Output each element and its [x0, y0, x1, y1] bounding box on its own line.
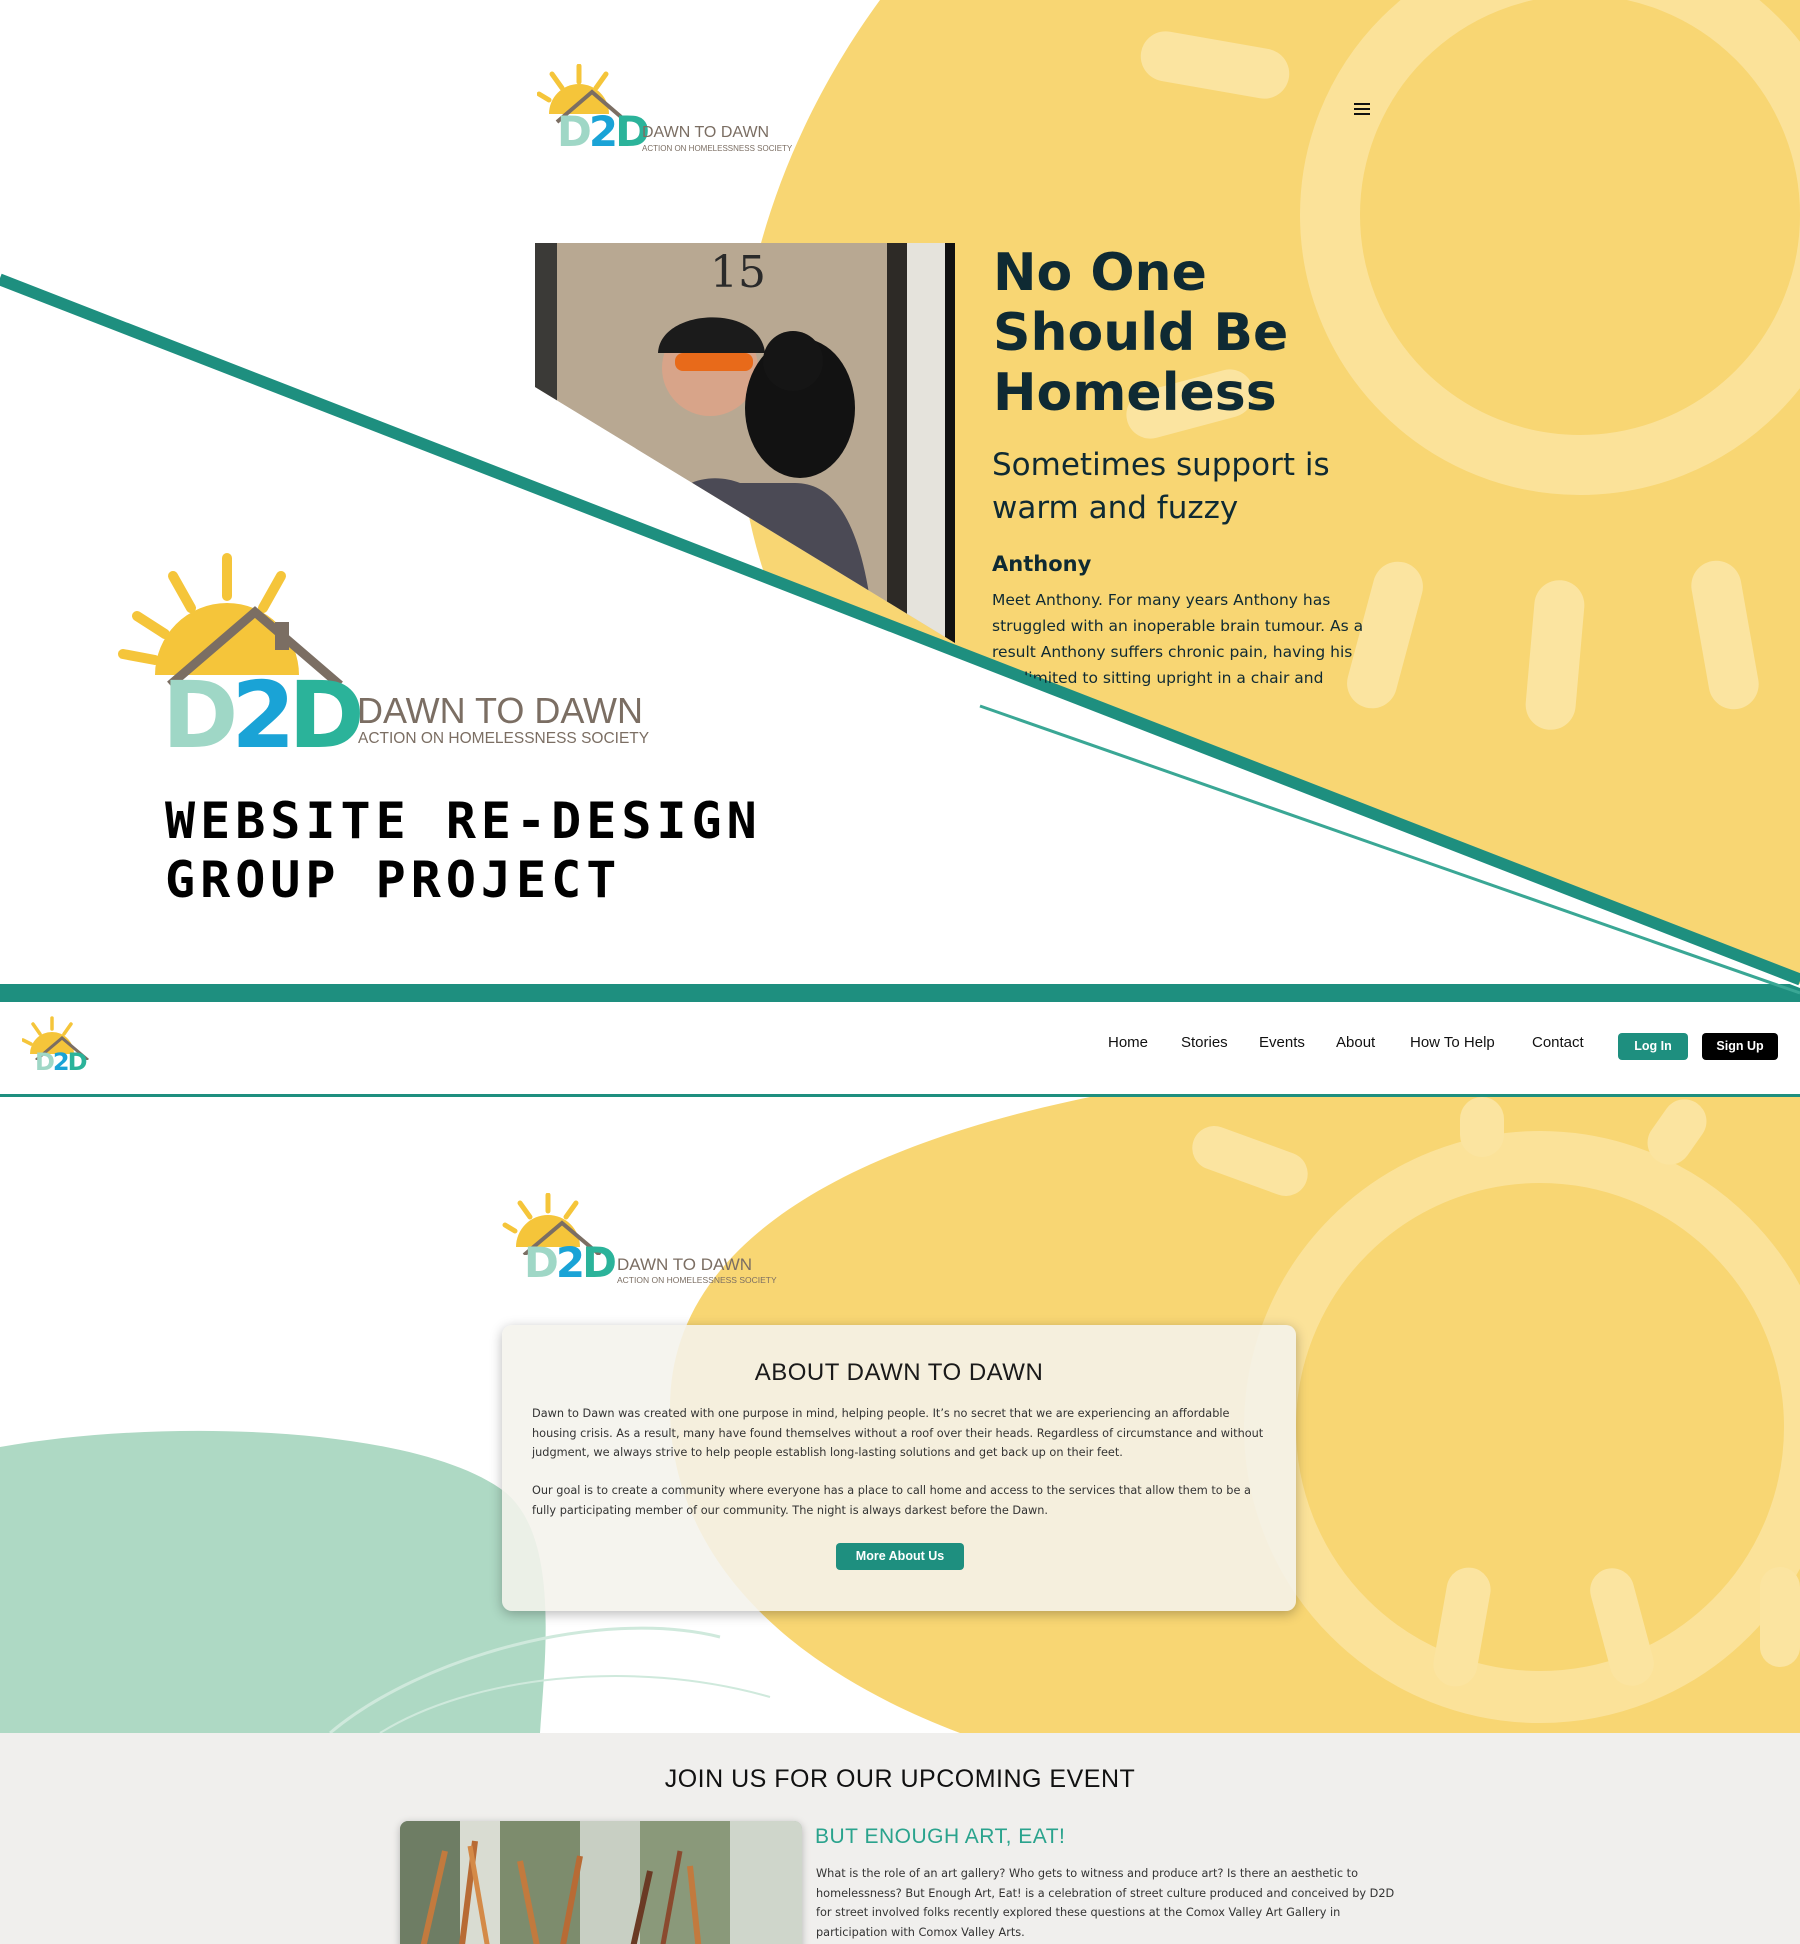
cover-large-logo: D2D DAWN TO DAWN ACTION ON HOMELESSNESS …	[115, 550, 649, 764]
about-d2d-mark: D2D	[524, 1238, 617, 1287]
story-excerpt: Meet Anthony. For many years Anthony has…	[992, 587, 1372, 686]
logo-tagline: ACTION ON HOMELESSNESS SOCIETY	[642, 144, 793, 153]
subheading-line-1: Sometimes support is	[992, 447, 1330, 483]
event-section: JOIN US FOR OUR UPCOMING EVENT BUT ENOUG…	[0, 1733, 1800, 1944]
story-line-4: limited to sitting upright in a chair an…	[1024, 669, 1324, 686]
nav-d2d-mark: D2D	[35, 1048, 88, 1076]
nav-how-to-help[interactable]: How To Help	[1410, 1034, 1495, 1051]
event-desc-line-2: homelessness? But Enough Art, Eat! is a …	[816, 1886, 1395, 1900]
about-p1-line-3: judgment, we always strive to help peopl…	[532, 1446, 1123, 1459]
door-number: 15	[710, 247, 766, 298]
login-button[interactable]: Log In	[1618, 1033, 1688, 1060]
signup-button[interactable]: Sign Up	[1702, 1033, 1778, 1060]
about-logo: D2D DAWN TO DAWN ACTION ON HOMELESSNESS …	[502, 1193, 777, 1289]
story-name: Anthony	[992, 552, 1092, 576]
nav-events[interactable]: Events	[1259, 1034, 1305, 1051]
project-title: WEBSITE RE-DESIGN GROUP PROJECT	[165, 792, 805, 910]
about-logo-name: DAWN TO DAWN	[617, 1255, 753, 1274]
project-title-line-1: WEBSITE RE-DESIGN	[165, 792, 762, 850]
event-desc-line-4: participation with Comox Valley Arts.	[816, 1925, 1025, 1939]
event-title[interactable]: BUT ENOUGH ART, EAT!	[815, 1825, 1065, 1849]
about-paragraph-1: Dawn to Dawn was created with one purpos…	[532, 1404, 1267, 1463]
nav-about[interactable]: About	[1336, 1034, 1375, 1051]
event-description: What is the role of an art gallery? Who …	[816, 1864, 1406, 1942]
more-about-us-button[interactable]: More About Us	[836, 1543, 964, 1570]
logo-large-name: DAWN TO DAWN	[357, 690, 643, 731]
event-desc-line-1: What is the role of an art gallery? Who …	[816, 1867, 1359, 1880]
about-logo-tagline: ACTION ON HOMELESSNESS SOCIETY	[617, 1275, 777, 1285]
story-line-2: struggled with an inoperable brain tumou…	[992, 617, 1364, 635]
event-photo-art	[400, 1821, 802, 1944]
logo-large-tagline: ACTION ON HOMELESSNESS SOCIETY	[358, 730, 650, 747]
story-line-1: Meet Anthony. For many years Anthony has	[992, 591, 1331, 609]
about-p1-line-2: housing crisis. As a result, many have f…	[532, 1426, 1264, 1440]
event-image	[400, 1821, 802, 1944]
nav-contact[interactable]: Contact	[1532, 1034, 1584, 1051]
about-p1-line-1: Dawn to Dawn was created with one purpos…	[532, 1407, 1230, 1420]
about-p2-line-2: fully participating member of our commun…	[532, 1503, 1048, 1517]
hamburger-icon[interactable]	[1354, 102, 1370, 116]
story-line-3: result Anthony suffers chronic pain, hav…	[992, 643, 1353, 661]
logo-name: DAWN TO DAWN	[642, 124, 770, 141]
about-p2-line-1: Our goal is to create a community where …	[532, 1484, 1251, 1497]
about-title: ABOUT DAWN TO DAWN	[754, 1359, 1044, 1386]
nav-logo[interactable]: D2D	[22, 1016, 97, 1080]
hero-headline: No One Should Be Homeless	[993, 243, 1363, 423]
about-section: D2D DAWN TO DAWN ACTION ON HOMELESSNESS …	[0, 1097, 1800, 1733]
site-navbar: D2D Home Stories Events About How To Hel…	[0, 1002, 1800, 1097]
subheading-line-2: warm and fuzzy	[992, 490, 1239, 526]
nav-stories[interactable]: Stories	[1181, 1034, 1228, 1051]
headline-line-1: No One	[993, 243, 1207, 303]
cover-top-logo: D2D DAWN TO DAWN ACTION ON HOMELESSNESS …	[537, 64, 792, 160]
about-paragraph-2: Our goal is to create a community where …	[532, 1481, 1267, 1520]
headline-line-2: Should Be	[993, 303, 1289, 363]
d2d-large-mark: D2D	[162, 662, 365, 769]
cover-banner: D2D DAWN TO DAWN ACTION ON HOMELESSNESS …	[0, 0, 1800, 1002]
nav-home[interactable]: Home	[1108, 1034, 1148, 1051]
hero-subheading: Sometimes support is warm and fuzzy	[992, 444, 1372, 530]
project-title-line-2: GROUP PROJECT	[165, 851, 622, 909]
about-card: ABOUT DAWN TO DAWN Dawn to Dawn was crea…	[502, 1325, 1296, 1611]
event-heading: JOIN US FOR OUR UPCOMING EVENT	[664, 1765, 1136, 1793]
headline-line-3: Homeless	[993, 363, 1277, 423]
event-desc-line-3: for street involved folks recently explo…	[816, 1906, 1341, 1919]
d2d-mark: D2D	[557, 107, 650, 156]
